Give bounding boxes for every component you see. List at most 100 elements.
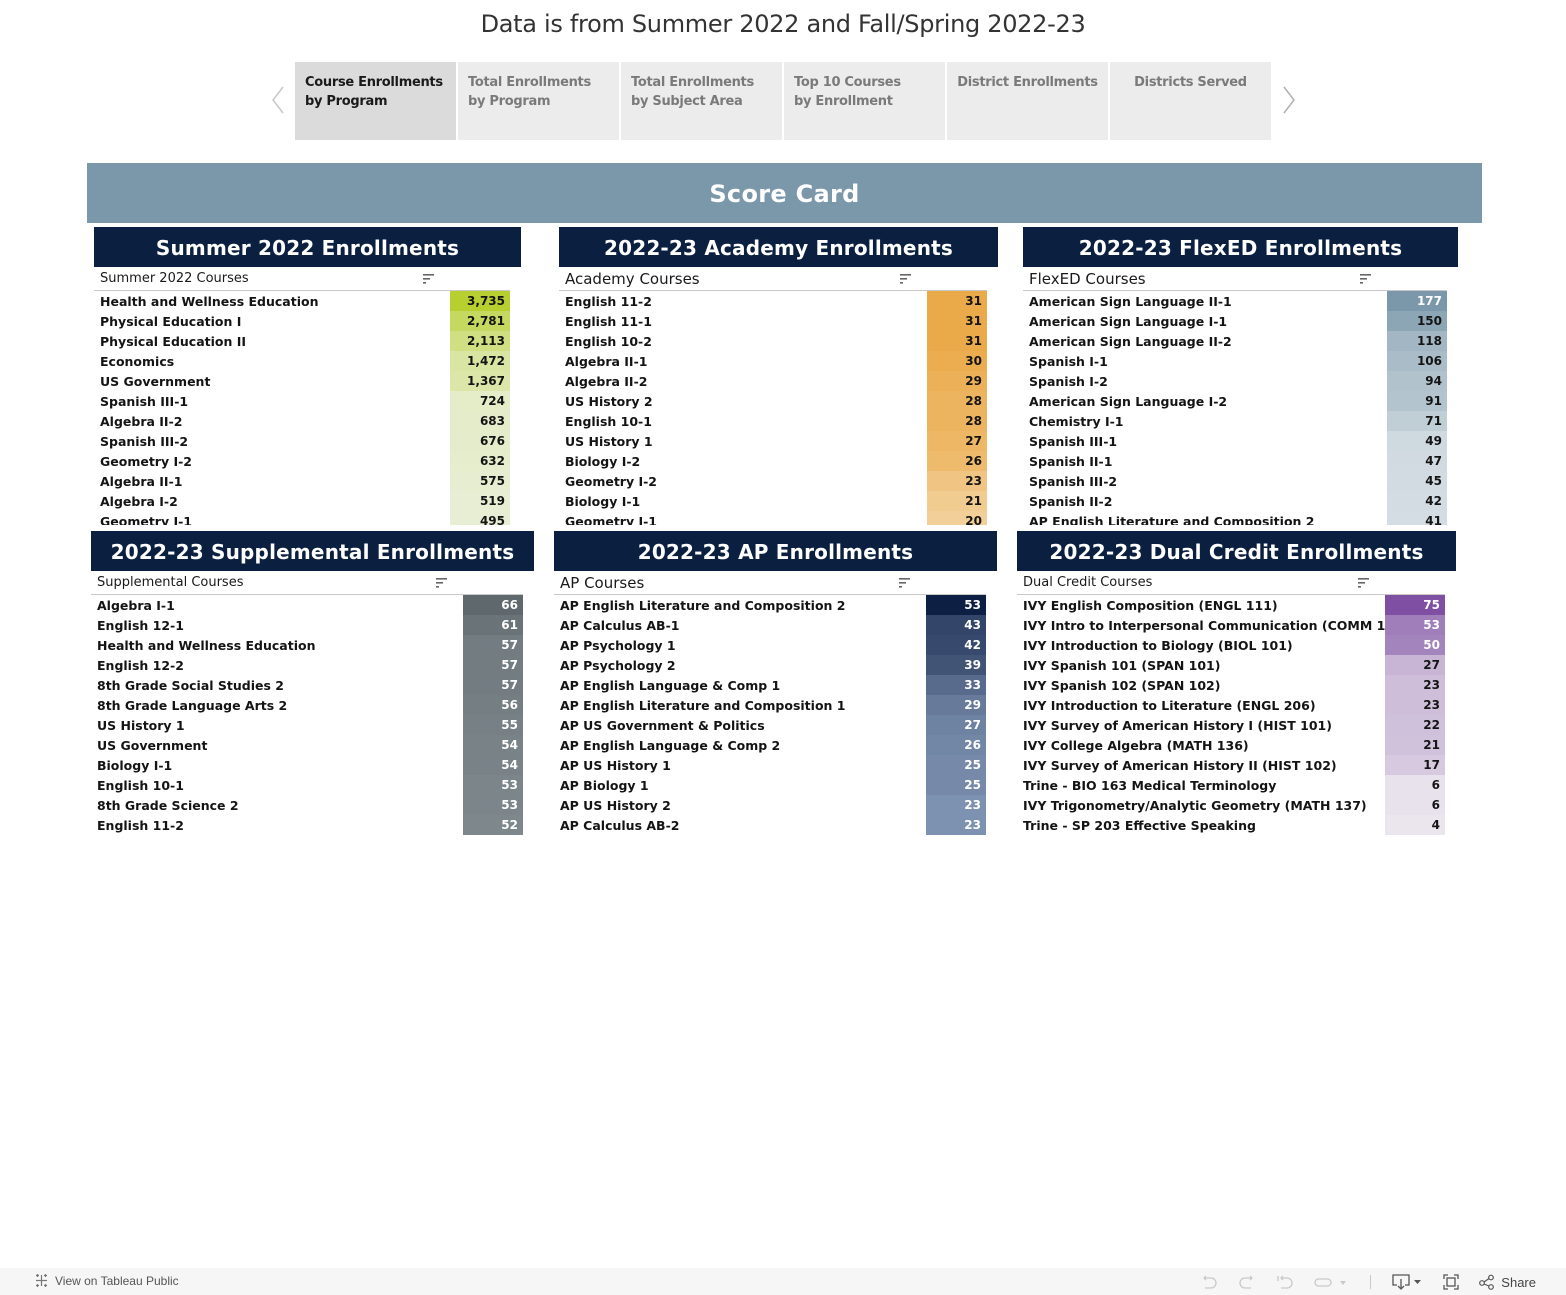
- enrollment-table[interactable]: Academy Courses English 11-2 31 English 11-…: [559, 267, 987, 525]
- table-row[interactable]: IVY Intro to Interpersonal Communication…: [1017, 615, 1445, 635]
- table-row[interactable]: American Sign Language I-1 150: [1023, 311, 1447, 331]
- table-row[interactable]: Spanish II-2 42: [1023, 491, 1447, 511]
- table-row[interactable]: US Government 1,367: [94, 371, 510, 391]
- table-row[interactable]: English 11-2 31: [559, 291, 987, 311]
- story-tab-2[interactable]: Total Enrollments by Program: [458, 62, 619, 140]
- sort-icon[interactable]: [423, 274, 435, 284]
- table-row[interactable]: AP Biology 1 25: [554, 775, 986, 795]
- story-tab-6[interactable]: Districts Served: [1110, 62, 1271, 140]
- table-row[interactable]: AP US History 1 25: [554, 755, 986, 775]
- table-row[interactable]: Spanish III-1 724: [94, 391, 510, 411]
- table-row[interactable]: Spanish III-1 49: [1023, 431, 1447, 451]
- table-row[interactable]: Spanish I-2 94: [1023, 371, 1447, 391]
- table-row[interactable]: Algebra II-1 30: [559, 351, 987, 371]
- table-row[interactable]: AP Calculus AB-2 23: [554, 815, 986, 835]
- table-row[interactable]: Algebra II-2 683: [94, 411, 510, 431]
- table-row[interactable]: AP Psychology 1 42: [554, 635, 986, 655]
- story-tab-3[interactable]: Total Enrollments by Subject Area: [621, 62, 782, 140]
- enrollment-table[interactable]: AP Courses AP English Literature and Comp…: [554, 571, 986, 841]
- nav-next-button[interactable]: [1279, 82, 1299, 118]
- view-on-tableau-public-link[interactable]: View on Tableau Public: [34, 1273, 179, 1288]
- table-row[interactable]: Biology I-1 21: [559, 491, 987, 511]
- table-row[interactable]: Physical Education I 2,781: [94, 311, 510, 331]
- table-row[interactable]: Chemistry I-1 71: [1023, 411, 1447, 431]
- sort-icon[interactable]: [1358, 578, 1370, 588]
- sort-icon[interactable]: [899, 578, 911, 588]
- table-row[interactable]: Biology I-1 54: [91, 755, 523, 775]
- table-row[interactable]: Geometry I-1 495: [94, 511, 510, 525]
- table-row[interactable]: Algebra I-1 66: [91, 595, 523, 615]
- table-row[interactable]: American Sign Language II-2 118: [1023, 331, 1447, 351]
- table-row[interactable]: Spanish III-2 676: [94, 431, 510, 451]
- download-button[interactable]: [1391, 1274, 1423, 1290]
- table-row[interactable]: Biology I-2 26: [559, 451, 987, 471]
- story-tab-4[interactable]: Top 10 Courses by Enrollment: [784, 62, 945, 140]
- table-row[interactable]: AP Psychology 2 39: [554, 655, 986, 675]
- table-row[interactable]: AP US Government & Politics 27: [554, 715, 986, 735]
- table-row[interactable]: Algebra I-2 519: [94, 491, 510, 511]
- sort-icon[interactable]: [900, 274, 912, 284]
- table-row[interactable]: Spanish I-1 106: [1023, 351, 1447, 371]
- table-row[interactable]: US History 1 55: [91, 715, 523, 735]
- table-row[interactable]: Health and Wellness Education 57: [91, 635, 523, 655]
- table-row[interactable]: 8th Grade Science 2 53: [91, 795, 523, 815]
- table-row[interactable]: American Sign Language II-1 177: [1023, 291, 1447, 311]
- enrollment-table[interactable]: Supplemental Courses Algebra I-1 66 English…: [91, 571, 523, 841]
- share-button[interactable]: Share: [1479, 1274, 1536, 1290]
- enrollment-table[interactable]: FlexED Courses American Sign Language II-…: [1023, 267, 1447, 525]
- undo-button[interactable]: [1200, 1275, 1218, 1289]
- sort-icon[interactable]: [436, 578, 448, 588]
- table-row[interactable]: IVY Spanish 102 (SPAN 102) 23: [1017, 675, 1445, 695]
- table-row[interactable]: Trine - SP 203 Effective Speaking 4: [1017, 815, 1445, 835]
- redo-button[interactable]: [1238, 1275, 1256, 1289]
- table-row[interactable]: AP Calculus AB-1 43: [554, 615, 986, 635]
- table-row[interactable]: AP English Language & Comp 1 33: [554, 675, 986, 695]
- table-row[interactable]: US Government 54: [91, 735, 523, 755]
- table-row[interactable]: US History 2 28: [559, 391, 987, 411]
- table-row[interactable]: English 12-2 57: [91, 655, 523, 675]
- table-row[interactable]: IVY Introduction to Biology (BIOL 101) 50: [1017, 635, 1445, 655]
- table-row[interactable]: IVY English Composition (ENGL 111) 75: [1017, 595, 1445, 615]
- table-row[interactable]: American Sign Language I-2 91: [1023, 391, 1447, 411]
- table-row[interactable]: English 10-2 31: [559, 331, 987, 351]
- table-row[interactable]: Physical Education II 2,113: [94, 331, 510, 351]
- table-row[interactable]: Spanish III-2 45: [1023, 471, 1447, 491]
- table-row[interactable]: English 10-1 53: [91, 775, 523, 795]
- enrollment-table[interactable]: Dual Credit Courses IVY English Compositi…: [1017, 571, 1445, 841]
- pause-updates-button[interactable]: [1314, 1275, 1348, 1289]
- table-row[interactable]: Geometry I-2 23: [559, 471, 987, 491]
- table-row[interactable]: AP US History 2 23: [554, 795, 986, 815]
- table-row[interactable]: Economics 1,472: [94, 351, 510, 371]
- story-tab-5[interactable]: District Enrollments: [947, 62, 1108, 140]
- table-row[interactable]: 8th Grade Social Studies 2 57: [91, 675, 523, 695]
- table-row[interactable]: IVY College Algebra (MATH 136) 21: [1017, 735, 1445, 755]
- table-row[interactable]: IVY Survey of American History I (HIST 1…: [1017, 715, 1445, 735]
- table-row[interactable]: Algebra II-2 29: [559, 371, 987, 391]
- table-row[interactable]: Geometry I-1 20: [559, 511, 987, 525]
- table-row[interactable]: IVY Introduction to Literature (ENGL 206…: [1017, 695, 1445, 715]
- fullscreen-button[interactable]: [1443, 1274, 1459, 1290]
- table-row[interactable]: AP English Literature and Composition 2 5…: [554, 595, 986, 615]
- table-row[interactable]: English 11-2 52: [91, 815, 523, 835]
- enrollment-table[interactable]: Summer 2022 Courses Health and Wellness E…: [94, 267, 510, 525]
- table-row[interactable]: Algebra II-1 575: [94, 471, 510, 491]
- table-row[interactable]: IVY Trigonometry/Analytic Geometry (MATH…: [1017, 795, 1445, 815]
- table-row[interactable]: IVY Spanish 101 (SPAN 101) 27: [1017, 655, 1445, 675]
- table-row[interactable]: Trine - BIO 163 Medical Terminology 6: [1017, 775, 1445, 795]
- table-row[interactable]: AP English Language & Comp 2 26: [554, 735, 986, 755]
- table-row[interactable]: IVY Survey of American History II (HIST …: [1017, 755, 1445, 775]
- revert-button[interactable]: [1276, 1275, 1294, 1289]
- story-tab-1[interactable]: Course Enrollments by Program: [295, 62, 456, 140]
- table-row[interactable]: Geometry I-2 632: [94, 451, 510, 471]
- sort-icon[interactable]: [1360, 274, 1372, 284]
- nav-prev-button[interactable]: [268, 82, 288, 118]
- table-row[interactable]: English 11-1 31: [559, 311, 987, 331]
- table-row[interactable]: Health and Wellness Education 3,735: [94, 291, 510, 311]
- table-row[interactable]: 8th Grade Language Arts 2 56: [91, 695, 523, 715]
- table-row[interactable]: US History 1 27: [559, 431, 987, 451]
- table-row[interactable]: AP English Literature and Composition 1 2…: [554, 695, 986, 715]
- table-row[interactable]: AP English Literature and Composition 2 4…: [1023, 511, 1447, 525]
- table-row[interactable]: Spanish II-1 47: [1023, 451, 1447, 471]
- table-row[interactable]: English 12-1 61: [91, 615, 523, 635]
- table-row[interactable]: English 10-1 28: [559, 411, 987, 431]
